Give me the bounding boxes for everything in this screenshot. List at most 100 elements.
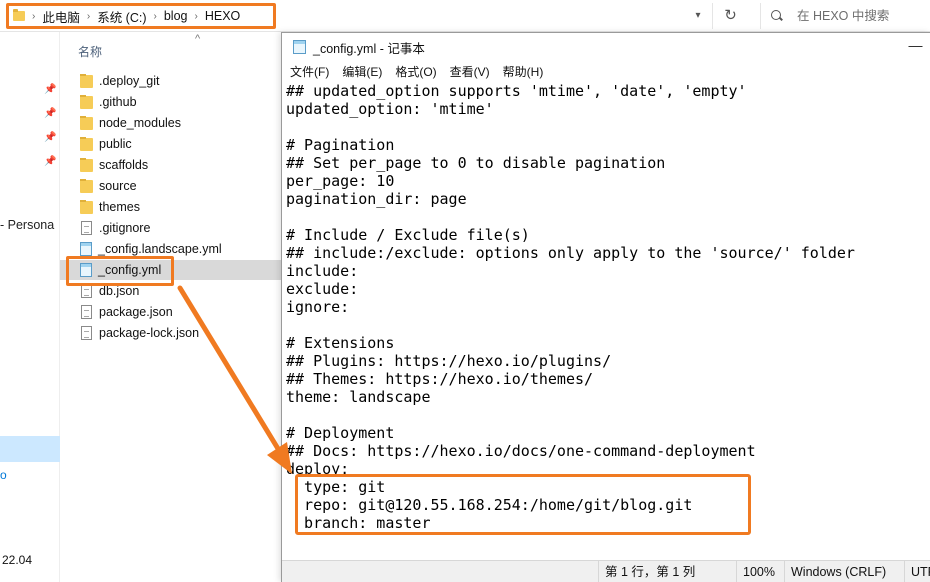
file-row[interactable]: .github xyxy=(60,92,282,112)
folder-icon xyxy=(80,199,93,214)
menu-format[interactable]: 格式(O) xyxy=(395,63,443,80)
menu-bar: 文件(F) 编辑(E) 格式(O) 查看(V) 帮助(H) xyxy=(282,61,930,82)
folder-icon xyxy=(80,115,93,130)
notepad-window: _config.yml - 记事本 — 文件(F) 编辑(E) 格式(O) 查看… xyxy=(281,32,930,582)
pin-icon[interactable]: 📌 xyxy=(44,132,56,144)
code-line: # Extensions xyxy=(286,334,395,352)
search-box[interactable] xyxy=(760,3,930,29)
sort-ascending-icon[interactable]: ^ xyxy=(195,33,200,45)
code-line: ## Docs: https://hexo.io/docs/one-comman… xyxy=(286,442,756,460)
code-line: repo: git@120.55.168.254:/home/git/blog.… xyxy=(286,496,693,514)
menu-help[interactable]: 帮助(H) xyxy=(503,63,551,80)
code-line: ignore: xyxy=(286,298,350,316)
title-bar[interactable]: _config.yml - 记事本 — xyxy=(282,33,930,61)
chevron-right-icon[interactable]: › xyxy=(154,11,157,22)
file-row[interactable]: .deploy_git xyxy=(60,71,282,91)
breadcrumb-this-pc[interactable]: 此电脑 xyxy=(42,7,80,26)
file-row[interactable]: scaffolds xyxy=(60,155,282,175)
file-name: .deploy_git xyxy=(99,74,160,88)
navigation-pane: 📌 📌 📌 📌 - Persona o 22.04 xyxy=(0,32,60,582)
breadcrumb[interactable]: › 此电脑 › 系统 (C:) › blog › HEXO xyxy=(6,3,276,29)
file-icon xyxy=(81,305,92,319)
code-line: per_page: 10 xyxy=(286,172,395,190)
chevron-right-icon[interactable]: › xyxy=(87,11,90,22)
chevron-right-icon[interactable]: › xyxy=(32,11,35,22)
minimize-button[interactable]: — xyxy=(900,33,930,61)
file-row[interactable]: node_modules xyxy=(60,113,282,133)
breadcrumb-blog[interactable]: blog xyxy=(164,9,188,23)
file-name: node_modules xyxy=(99,116,182,130)
window-title: _config.yml - 记事本 xyxy=(313,41,425,56)
file-name: package.json xyxy=(99,305,173,319)
status-bar: 第 1 行，第 1 列 100% Windows (CRLF) UTF xyxy=(282,560,930,582)
file-name: public xyxy=(99,137,132,151)
code-line: exclude: xyxy=(286,280,359,298)
file-icon xyxy=(81,326,92,340)
menu-view[interactable]: 查看(V) xyxy=(450,63,497,80)
pin-icon[interactable]: 📌 xyxy=(44,156,56,168)
file-row[interactable]: source xyxy=(60,176,282,196)
nav-item-partial[interactable]: o xyxy=(0,468,7,482)
file-name: _config.landscape.yml xyxy=(98,242,222,256)
file-name: db.json xyxy=(99,284,140,298)
code-line: # Include / Exclude file(s) xyxy=(286,226,530,244)
code-line: deploy: xyxy=(286,460,350,478)
code-line: branch: master xyxy=(286,514,431,532)
file-row[interactable]: themes xyxy=(60,197,282,217)
folder-icon xyxy=(80,94,93,109)
chevron-right-icon[interactable]: › xyxy=(195,11,198,22)
address-dropdown-icon[interactable]: ▾ xyxy=(689,7,707,25)
folder-icon xyxy=(13,9,25,21)
status-line-ending: Windows (CRLF) xyxy=(784,561,904,582)
refresh-icon[interactable]: ↻ xyxy=(712,3,748,29)
breadcrumb-hexo[interactable]: HEXO xyxy=(205,9,240,23)
notepad-file-icon xyxy=(80,242,92,256)
code-line: include: xyxy=(286,262,359,280)
folder-icon xyxy=(80,178,93,193)
code-line: ## Set per_page to 0 to disable paginati… xyxy=(286,154,666,172)
text-editor[interactable]: ## updated_option supports 'mtime', 'dat… xyxy=(286,82,930,560)
menu-file[interactable]: 文件(F) xyxy=(290,63,336,80)
file-row[interactable]: package-lock.json xyxy=(60,323,282,343)
file-icon xyxy=(81,221,92,235)
file-name: source xyxy=(99,179,137,193)
folder-icon xyxy=(80,136,93,151)
notepad-icon xyxy=(293,40,306,54)
file-icon xyxy=(81,284,92,298)
file-name: .github xyxy=(99,95,137,109)
nav-item-version[interactable]: 22.04 xyxy=(2,553,32,567)
highlight-config-file xyxy=(66,256,174,286)
breadcrumb-drive-c[interactable]: 系统 (C:) xyxy=(97,7,146,26)
folder-icon xyxy=(80,157,93,172)
nav-item-personal[interactable]: - Persona xyxy=(0,218,54,232)
file-row[interactable]: package.json xyxy=(60,302,282,322)
address-bar: › 此电脑 › 系统 (C:) › blog › HEXO ▾ ↻ xyxy=(0,0,930,32)
status-zoom: 100% xyxy=(736,561,784,582)
menu-edit[interactable]: 编辑(E) xyxy=(342,63,389,80)
code-line: updated_option: 'mtime' xyxy=(286,100,494,118)
status-cursor-position: 第 1 行，第 1 列 xyxy=(598,561,736,582)
file-name: .gitignore xyxy=(99,221,151,235)
column-header-name[interactable]: 名称 xyxy=(78,43,102,60)
status-encoding: UTF xyxy=(904,561,930,582)
file-name: scaffolds xyxy=(99,158,149,172)
nav-item-selected[interactable] xyxy=(0,436,60,462)
code-line: pagination_dir: page xyxy=(286,190,467,208)
file-row[interactable]: .gitignore xyxy=(60,218,282,238)
code-line: # Pagination xyxy=(286,136,395,154)
search-icon xyxy=(771,10,783,22)
code-line: # Deployment xyxy=(286,424,395,442)
file-list: ^ 名称 .deploy_git .github node_modulespubli… xyxy=(60,32,282,582)
code-line: ## updated_option supports 'mtime', 'dat… xyxy=(286,82,747,100)
search-input[interactable] xyxy=(797,9,922,23)
pin-icon[interactable]: 📌 xyxy=(44,108,56,120)
pin-icon[interactable]: 📌 xyxy=(44,84,56,96)
folder-icon xyxy=(80,73,93,88)
file-name: themes xyxy=(99,200,140,214)
code-line: ## include:/exclude: options only apply … xyxy=(286,244,855,262)
file-row[interactable]: public xyxy=(60,134,282,154)
